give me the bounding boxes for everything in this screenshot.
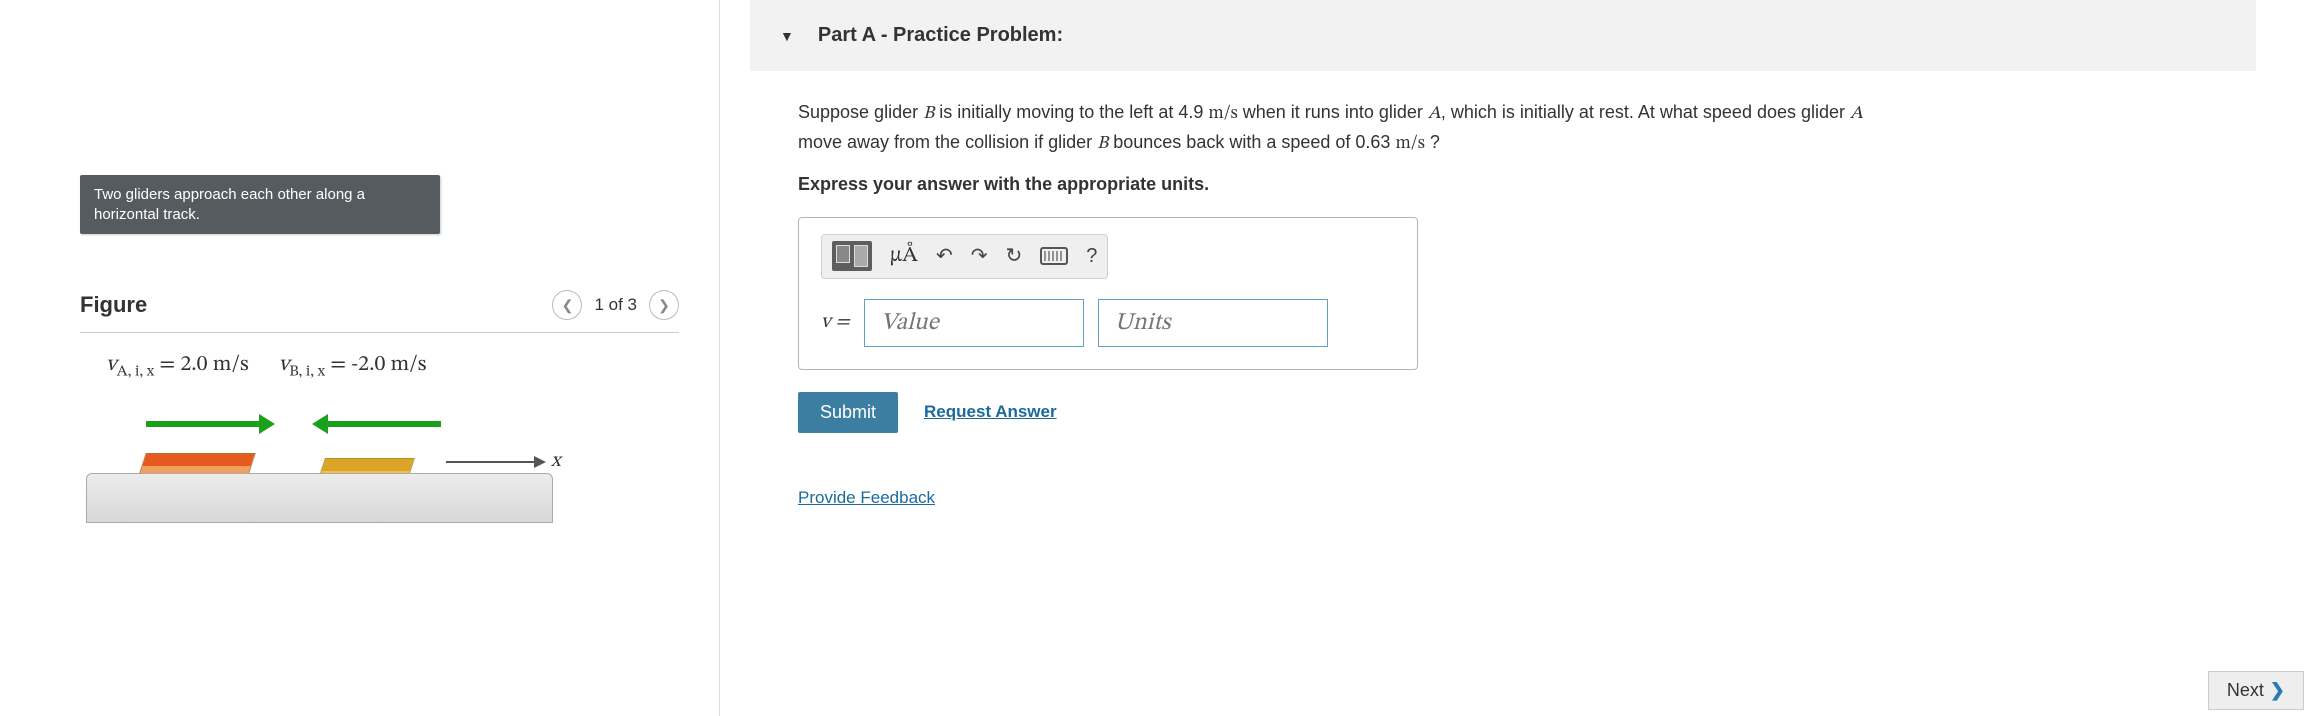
reset-button[interactable]: ↻ (1005, 241, 1022, 272)
request-answer-link[interactable]: Request Answer (924, 399, 1057, 425)
part-header[interactable]: ▼ Part A - Practice Problem: (750, 0, 2256, 71)
next-button[interactable]: Next❯ (2208, 671, 2304, 710)
help-button[interactable]: ? (1086, 241, 1097, 272)
equation-toolbar: μÅ ↶ ↷ ↻ ? (821, 234, 1108, 279)
figure-diagram: A B x (86, 393, 673, 523)
special-chars-button[interactable]: μÅ (890, 245, 918, 267)
chevron-right-icon: ❯ (2270, 680, 2285, 701)
provide-feedback-link[interactable]: Provide Feedback (798, 485, 935, 511)
left-panel: Two gliders approach each other along a … (0, 0, 720, 716)
velocity-labels: vA, i, x = 2.0 m/s vB, i, x = -2.0 m/s (86, 351, 673, 381)
instruction-text: Express your answer with the appropriate… (798, 171, 1910, 199)
right-panel: ▼ Part A - Practice Problem: Suppose gli… (720, 0, 2316, 716)
track (86, 473, 553, 523)
context-tooltip: Two gliders approach each other along a … (80, 175, 440, 234)
answer-variable: v = (821, 307, 850, 338)
answer-row: v = (821, 299, 1395, 347)
x-axis-label: x (551, 449, 561, 474)
answer-box: μÅ ↶ ↷ ↻ ? v = (798, 217, 1418, 370)
problem-prompt: Suppose glider B is initially moving to … (798, 99, 1910, 159)
x-axis-arrow (446, 461, 536, 463)
figure-title: Figure (80, 292, 147, 318)
figure-body: vA, i, x = 2.0 m/s vB, i, x = -2.0 m/s A… (80, 333, 679, 541)
undo-button[interactable]: ↶ (936, 241, 953, 272)
value-input[interactable] (864, 299, 1084, 347)
figure-prev-button[interactable]: ❮ (552, 290, 582, 320)
redo-button[interactable]: ↷ (971, 241, 988, 272)
submit-button[interactable]: Submit (798, 392, 898, 433)
figure-pager: ❮ 1 of 3 ❯ (552, 290, 679, 320)
velocity-arrow-b (326, 421, 441, 427)
velocity-arrow-a (146, 421, 261, 427)
action-row: Submit Request Answer (798, 392, 1910, 433)
template-picker-button[interactable] (832, 241, 872, 271)
part-title: Part A - Practice Problem: (818, 24, 1063, 47)
problem-body: Suppose glider B is initially moving to … (750, 71, 1950, 532)
figure-pager-label: 1 of 3 (594, 295, 637, 315)
figure-header: Figure ❮ 1 of 3 ❯ (80, 290, 679, 333)
collapse-icon: ▼ (780, 28, 794, 44)
units-input[interactable] (1098, 299, 1328, 347)
keyboard-button[interactable] (1040, 247, 1068, 265)
figure-next-button[interactable]: ❯ (649, 290, 679, 320)
